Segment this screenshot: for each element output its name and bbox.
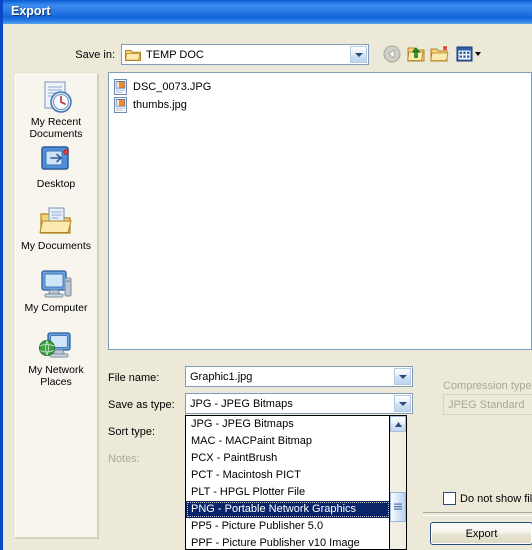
export-dialog: Export Save in: TEMP DOC My Recent Docum… [0, 0, 532, 550]
dropdown-option[interactable]: PCT - Macintosh PICT [186, 467, 390, 484]
dropdown-option[interactable]: PLT - HPGL Plotter File [186, 484, 390, 501]
save-as-type-value: JPG - JPEG Bitmaps [190, 398, 293, 410]
export-button[interactable]: Export [430, 522, 532, 545]
place-label: My Computer [24, 302, 88, 314]
place-my-documents[interactable]: My Documents [15, 204, 97, 253]
export-button-label: Export [465, 527, 498, 540]
place-desktop[interactable]: Desktop [15, 142, 97, 191]
place-my-network-places[interactable]: My Network Places [15, 328, 97, 388]
do-not-show-filter-label: Do not show filte [460, 492, 532, 505]
file-name: thumbs.jpg [133, 98, 187, 111]
desktop-icon [15, 142, 97, 178]
my-documents-icon [15, 204, 97, 240]
compression-type-value: JPEG Standard [448, 399, 525, 411]
save-in-value: TEMP DOC [146, 49, 204, 61]
do-not-show-filter-checkbox-row[interactable]: Do not show filte [443, 492, 532, 505]
chevron-down-icon [354, 52, 363, 57]
place-my-recent-documents[interactable]: My Recent Documents [15, 80, 97, 140]
dropdown-option[interactable]: JPG - JPEG Bitmaps [186, 416, 390, 433]
dropdown-option[interactable]: MAC - MACPaint Bitmap [186, 433, 390, 450]
save-as-type-label: Save as type: [108, 399, 175, 411]
up-one-level-button[interactable] [405, 44, 427, 65]
notes-label: Notes: [108, 453, 140, 465]
chevron-down-icon [398, 374, 407, 379]
recent-documents-icon [15, 80, 97, 116]
divider [423, 512, 532, 516]
file-list[interactable]: DSC_0073.JPG thumbs.jpg [108, 72, 532, 350]
file-name: DSC_0073.JPG [133, 80, 212, 93]
save-as-type-dropdown-button[interactable] [394, 395, 411, 412]
compression-type-label: Compression type: [443, 380, 532, 392]
grip-icon [394, 503, 402, 510]
compression-type-input: JPEG Standard [443, 394, 532, 415]
scrollbar-thumb[interactable] [390, 492, 406, 522]
place-label: My Network Places [28, 364, 84, 388]
place-my-computer[interactable]: My Computer [15, 266, 97, 315]
dropdown-option[interactable]: PPF - Picture Publisher v10 Image [186, 535, 390, 549]
back-button[interactable] [381, 44, 403, 65]
image-file-icon [113, 96, 129, 113]
file-list-item[interactable]: DSC_0073.JPG [113, 78, 211, 95]
file-name-value: Graphic1.jpg [190, 371, 253, 383]
chevron-down-icon [398, 401, 407, 406]
my-network-places-icon [15, 328, 97, 364]
dropdown-option[interactable]: PNG - Portable Network Graphics [186, 501, 390, 518]
save-in-combobox[interactable]: TEMP DOC [121, 44, 369, 65]
dropdown-option[interactable]: PP5 - Picture Publisher 5.0 [186, 518, 390, 535]
save-in-dropdown-button[interactable] [350, 46, 367, 63]
file-name-input[interactable]: Graphic1.jpg [185, 366, 413, 387]
dropdown-option[interactable]: PCX - PaintBrush [186, 450, 390, 467]
do-not-show-filter-checkbox[interactable] [443, 492, 456, 505]
save-as-type-combobox[interactable]: JPG - JPEG Bitmaps [185, 393, 413, 414]
place-label: Desktop [36, 178, 76, 190]
image-file-icon [113, 78, 129, 95]
file-name-label: File name: [108, 372, 160, 384]
chevron-up-icon [394, 421, 402, 427]
create-new-folder-button[interactable] [429, 44, 451, 65]
folder-icon [125, 48, 141, 62]
save-in-label: Save in: [75, 49, 115, 61]
title-bar: Export [3, 0, 532, 24]
save-as-type-dropdown-list[interactable]: JPG - JPEG Bitmaps MAC - MACPaint Bitmap P… [185, 415, 407, 550]
place-label: My Documents [20, 240, 92, 252]
sort-type-label: Sort type: [108, 426, 156, 438]
dropdown-scrollbar[interactable] [389, 416, 406, 549]
scroll-up-button[interactable] [390, 416, 406, 432]
views-button[interactable] [455, 44, 485, 65]
my-computer-icon [15, 266, 97, 302]
dropdown-options: JPG - JPEG Bitmaps MAC - MACPaint Bitmap P… [186, 416, 390, 549]
window-title: Export [11, 4, 51, 18]
file-list-item[interactable]: thumbs.jpg [113, 96, 187, 113]
place-label: My Recent Documents [29, 116, 83, 140]
places-bar: My Recent Documents Desktop My Documents… [15, 74, 99, 539]
file-name-dropdown-button[interactable] [394, 368, 411, 385]
